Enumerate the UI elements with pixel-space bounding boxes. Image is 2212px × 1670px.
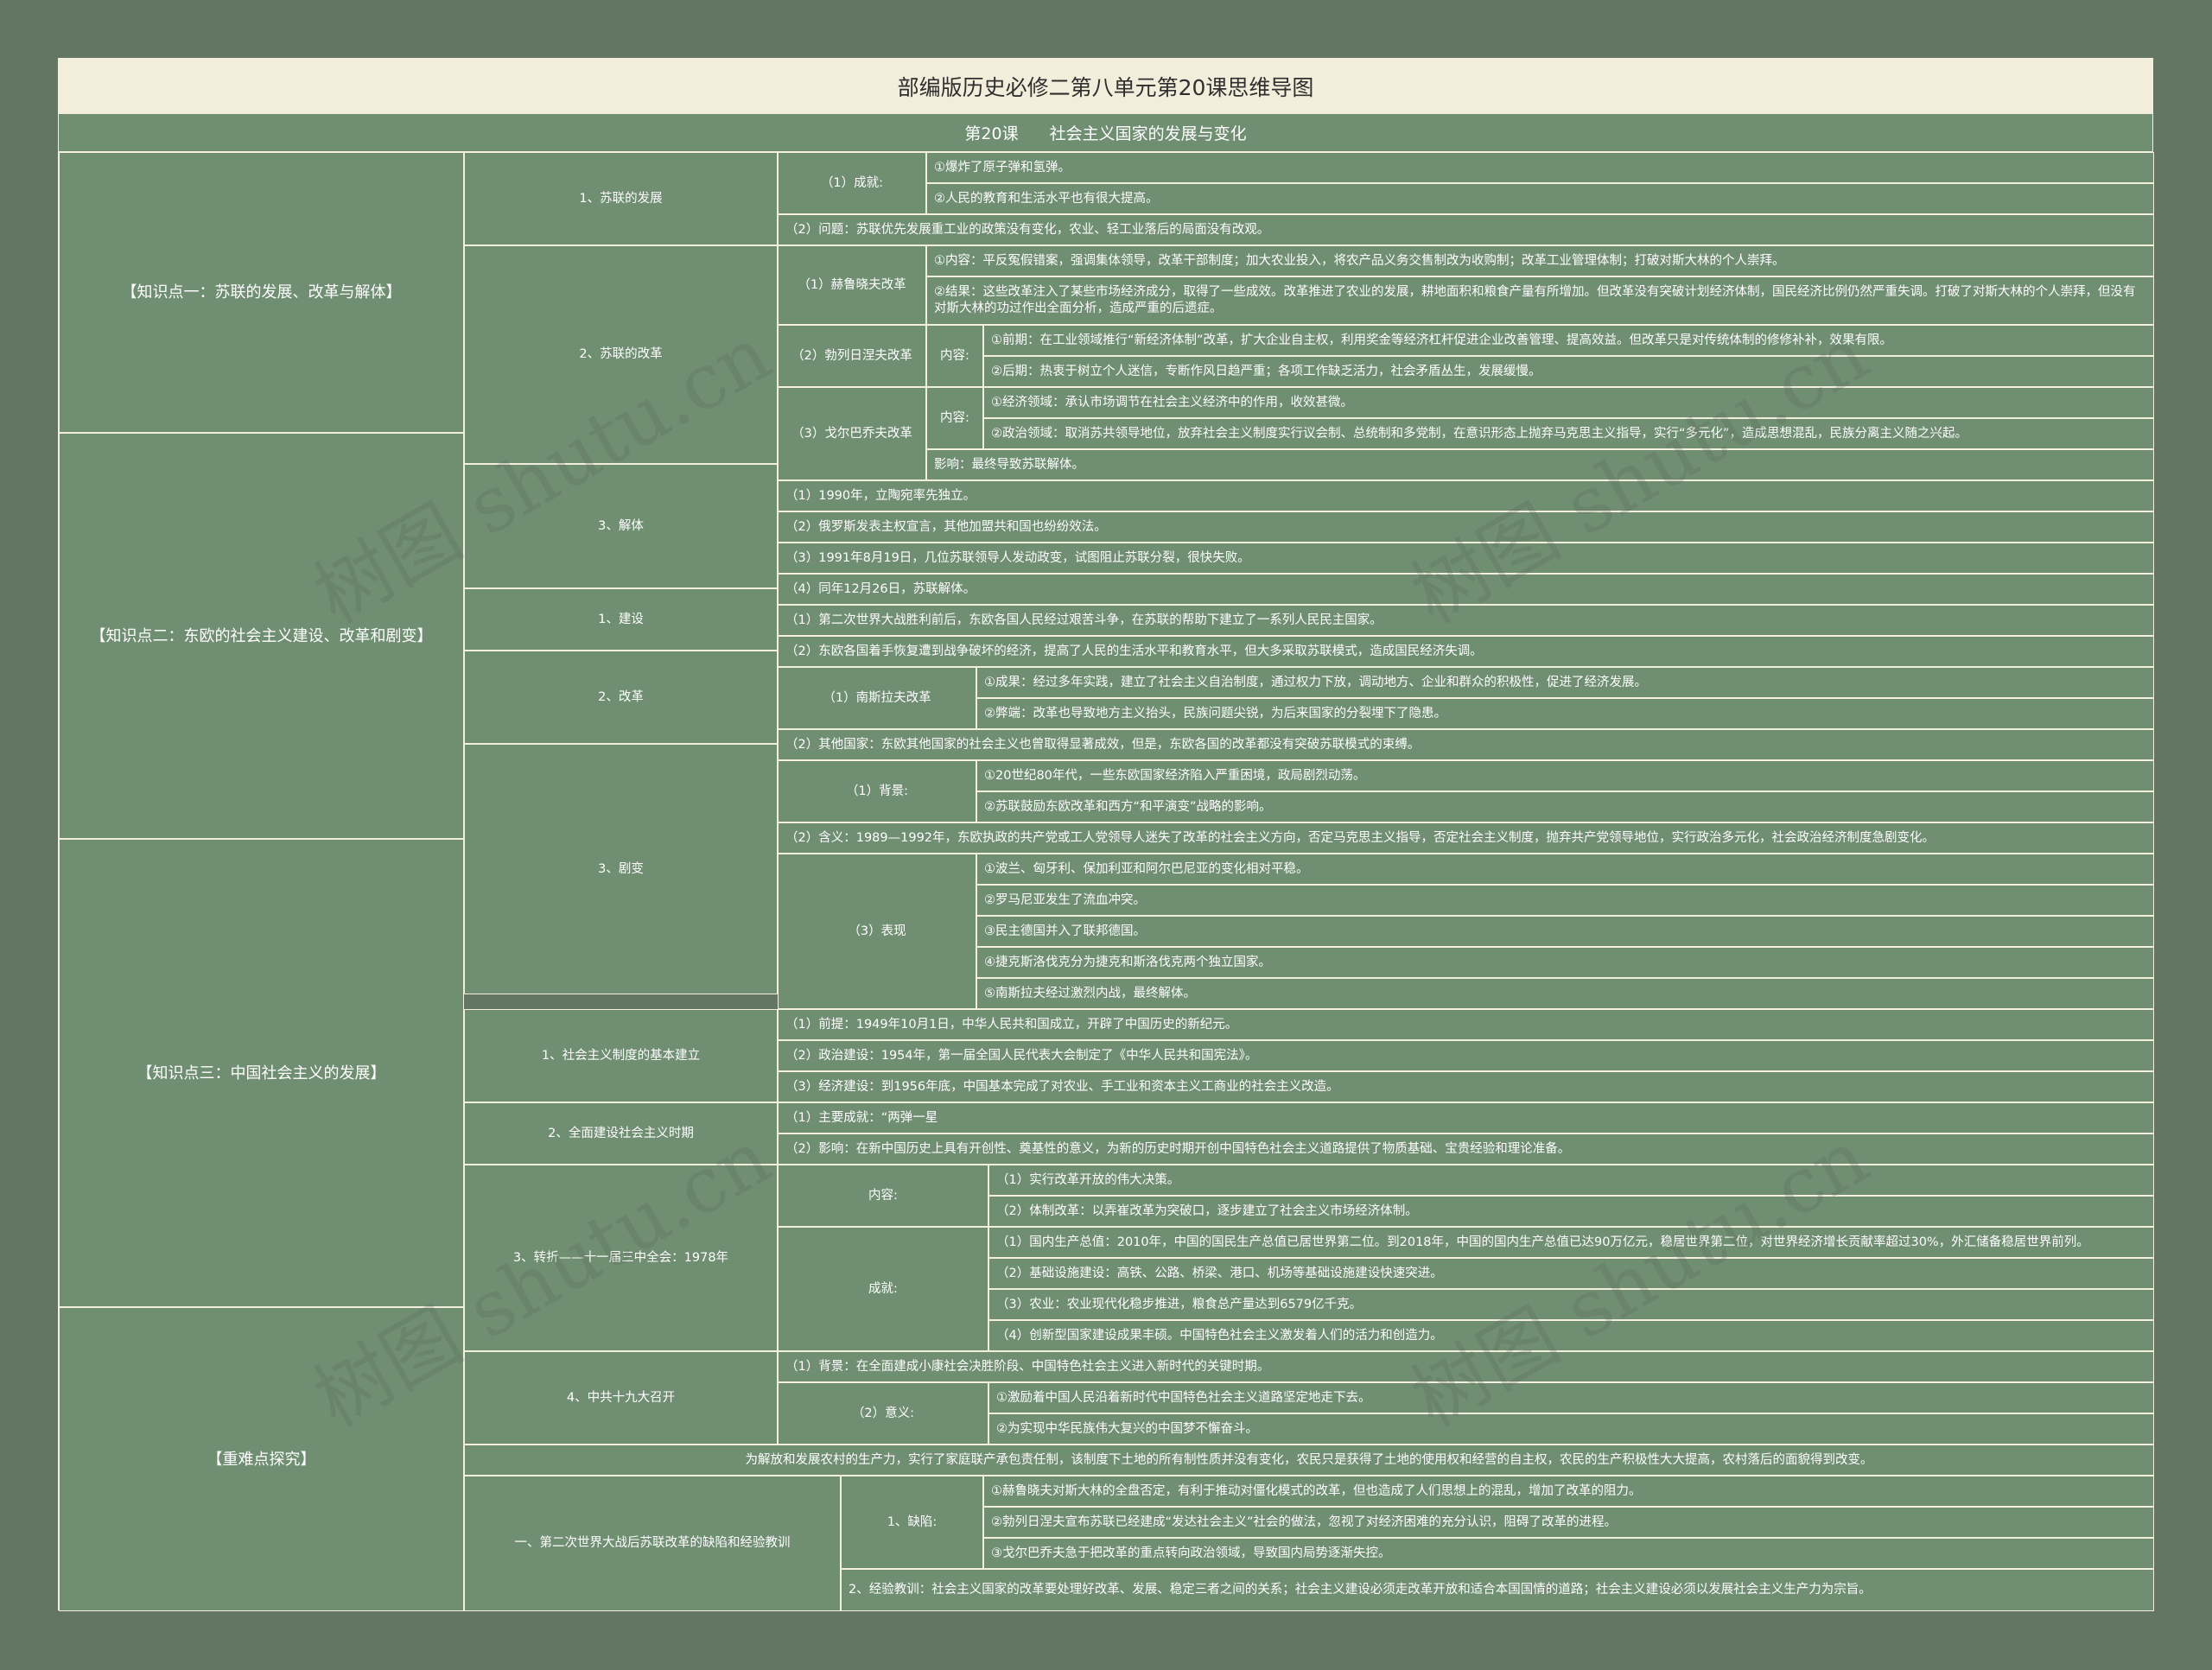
list-item: ②后期：热衷于树立个人迷信，专断作风日趋严重；各项工作缺乏活力，社会矛盾丛生，发… bbox=[983, 356, 2154, 387]
gorbachev-reform-label: （3）戈尔巴乔夫改革 bbox=[778, 387, 926, 480]
k2-change-label: 3、剧变 bbox=[464, 744, 778, 994]
list-item: ②罗马尼亚发生了流血冲突。 bbox=[976, 885, 2154, 916]
k3-significance-label: （2）意义: bbox=[778, 1382, 988, 1445]
list-item: （2）问题：苏联优先发展重工业的政策没有变化，农业、轻工业落后的局面没有改观。 bbox=[778, 214, 2154, 245]
list-item: 影响：最终导致苏联解体。 bbox=[926, 449, 2154, 480]
list-item: ④捷克斯洛伐克分为捷克和斯洛伐克两个独立国家。 bbox=[976, 947, 2154, 978]
list-item: ③民主德国并入了联邦德国。 bbox=[976, 916, 2154, 947]
k1-reform-label: 2、苏联的改革 bbox=[464, 245, 778, 464]
list-item: ①激励着中国人民沿着新时代中国特色社会主义道路坚定地走下去。 bbox=[988, 1382, 2154, 1413]
list-item: （2）影响：在新中国历史上具有开创性、奠基性的意义，为新的历史时期开创中国特色社… bbox=[778, 1133, 2154, 1165]
list-item: （1）实行改革开放的伟大决策。 bbox=[988, 1165, 2154, 1196]
k3-content-label: 内容: bbox=[778, 1165, 988, 1227]
list-item: （2）基础设施建设：高铁、公路、桥梁、港口、机场等基础设施建设快速突进。 bbox=[988, 1258, 2154, 1289]
mindmap-frame: 部编版历史必修二第八单元第20课思维导图 第20课 社会主义国家的发展与变化 【… bbox=[58, 58, 2154, 1611]
lesson-name: 社会主义国家的发展与变化 bbox=[1049, 124, 1247, 143]
k1-achievement-label: （1）成就: bbox=[778, 152, 926, 214]
list-item: ②苏联鼓励东欧改革和西方“和平演变”战略的影响。 bbox=[976, 791, 2154, 822]
section-3-label: 【知识点三：中国社会主义的发展】 bbox=[59, 839, 464, 1307]
k3-congress-label: 4、中共十九大召开 bbox=[464, 1351, 778, 1445]
list-item: ②政治领域：取消苏共领导地位，放弃社会主义制度实行议会制、总统制和多党制，在意识… bbox=[983, 418, 2154, 449]
k1-dissolution-label: 3、解体 bbox=[464, 464, 778, 588]
k1-development-label: 1、苏联的发展 bbox=[464, 152, 778, 245]
list-item: （1）1990年，立陶宛率先独立。 bbox=[778, 480, 2154, 511]
k3-rural-note: 为解放和发展农村的生产力，实行了家庭联产承包责任制，该制度下土地的所有制性质并没… bbox=[464, 1445, 2154, 1476]
mindmap-grid: 【知识点一：苏联的发展、改革与解体】 1、苏联的发展 （1）成就: ①爆炸了原子… bbox=[59, 152, 2154, 1611]
list-item: ②弊端：改革也导致地方主义抬头，民族问题尖锐，为后来国家的分裂埋下了隐患。 bbox=[976, 698, 2154, 729]
list-item: （2）其他国家：东欧其他国家的社会主义也曾取得显著成效，但是，东欧各国的改革都没… bbox=[778, 729, 2154, 760]
list-item: ①波兰、匈牙利、保加利亚和阿尔巴尼亚的变化相对平稳。 bbox=[976, 854, 2154, 885]
list-item: ①成果：经过多年实践，建立了社会主义自治制度，通过权力下放，调动地方、企业和群众… bbox=[976, 667, 2154, 698]
list-item: ②人民的教育和生活水平也有很大提高。 bbox=[926, 183, 2154, 214]
list-item: （1）前提：1949年10月1日，中华人民共和国成立，开辟了中国历史的新纪元。 bbox=[778, 1009, 2154, 1040]
k3-achievement-label: 成就: bbox=[778, 1227, 988, 1351]
k3-full-build-label: 2、全面建设社会主义时期 bbox=[464, 1102, 778, 1165]
key-defect-label: 1、缺陷: bbox=[841, 1476, 983, 1569]
list-item: ①经济领域：承认市场调节在社会主义经济中的作用，收效甚微。 bbox=[983, 387, 2154, 418]
list-item: （1）第二次世界大战胜利前后，东欧各国人民经过艰苦斗争，在苏联的帮助下建立了一系… bbox=[778, 605, 2154, 636]
list-item: （3）1991年8月19日，几位苏联领导人发动政变，试图阻止苏联分裂，很快失败。 bbox=[778, 543, 2154, 574]
k3-turning-point-label: 3、转折——十一届三中全会：1978年 bbox=[464, 1165, 778, 1351]
list-item: ②结果：这些改革注入了某些市场经济成分，取得了一些成效。改革推进了农业的发展，耕… bbox=[926, 276, 2154, 325]
gorbachev-content-label: 内容: bbox=[926, 387, 983, 449]
list-item: （3）农业：农业现代化稳步推进，粮食总产量达到6579亿千克。 bbox=[988, 1289, 2154, 1320]
list-item: （3）经济建设：到1956年底，中国基本完成了对农业、手工业和资本主义工商业的社… bbox=[778, 1071, 2154, 1102]
list-item: ①内容：平反冤假错案，强调集体领导，改革干部制度；加大农业投入，将农产品义务交售… bbox=[926, 245, 2154, 276]
lesson-number: 第20课 bbox=[964, 124, 1019, 143]
list-item: （2）政治建设：1954年，第一届全国人民代表大会制定了《中华人民共和国宪法》。 bbox=[778, 1040, 2154, 1071]
list-item: （1）国内生产总值：2010年，中国的国民生产总值已居世界第二位。到2018年，… bbox=[988, 1227, 2154, 1258]
list-item: ①20世纪80年代，一些东欧国家经济陷入严重困境，政局剧烈动荡。 bbox=[976, 760, 2154, 791]
list-item: （2）体制改革：以弄崔改革为突破口，逐步建立了社会主义市场经济体制。 bbox=[988, 1196, 2154, 1227]
list-item: ③戈尔巴乔夫急于把改革的重点转向政治领域，导致国内局势逐渐失控。 bbox=[983, 1538, 2154, 1569]
section-1-label: 【知识点一：苏联的发展、改革与解体】 bbox=[59, 152, 464, 433]
brezhnev-content-label: 内容: bbox=[926, 325, 983, 387]
list-item: （4）创新型国家建设成果丰硕。中国特色社会主义激发着人们的活力和创造力。 bbox=[988, 1320, 2154, 1351]
list-item: ②为实现中华民族伟大复兴的中国梦不懈奋斗。 bbox=[988, 1413, 2154, 1445]
list-item: （2）东欧各国着手恢复遭到战争破坏的经济，提高了人民的生活水平和教育水平，但大多… bbox=[778, 636, 2154, 667]
section-key-label: 【重难点探究】 bbox=[59, 1307, 464, 1611]
section-2-label: 【知识点二：东欧的社会主义建设、改革和剧变】 bbox=[59, 433, 464, 839]
k2-manifestation-label: （3）表现 bbox=[778, 854, 976, 1009]
k2-background-label: （1）背景: bbox=[778, 760, 976, 822]
list-item: ①前期：在工业领域推行“新经济体制”改革，扩大企业自主权，利用奖金等经济杠杆促进… bbox=[983, 325, 2154, 356]
list-item: （4）同年12月26日，苏联解体。 bbox=[778, 574, 2154, 605]
k3-establish-label: 1、社会主义制度的基本建立 bbox=[464, 1009, 778, 1102]
yugoslavia-reform-label: （1）南斯拉夫改革 bbox=[778, 667, 976, 729]
list-item: ②勃列日涅夫宣布苏联已经建成“发达社会主义”社会的做法，忽视了对经济困难的充分认… bbox=[983, 1507, 2154, 1538]
list-item: （2）含义：1989—1992年，东欧执政的共产党或工人党领导人迷失了改革的社会… bbox=[778, 822, 2154, 854]
list-item: ①赫鲁晓夫对斯大林的全盘否定，有利于推动对僵化模式的改革，但也造成了人们思想上的… bbox=[983, 1476, 2154, 1507]
list-item: （1）主要成就：“两弹一星 bbox=[778, 1102, 2154, 1133]
list-item: （1）背景：在全面建成小康社会决胜阶段、中国特色社会主义进入新时代的关键时期。 bbox=[778, 1351, 2154, 1382]
k2-build-label: 1、建设 bbox=[464, 588, 778, 651]
brezhnev-reform-label: （2）勃列日涅夫改革 bbox=[778, 325, 926, 387]
list-item: 2、经验教训：社会主义国家的改革要处理好改革、发展、稳定三者之间的关系；社会主义… bbox=[841, 1569, 2154, 1611]
k2-reform-label: 2、改革 bbox=[464, 651, 778, 744]
list-item: （2）俄罗斯发表主权宣言，其他加盟共和国也纷纷效法。 bbox=[778, 511, 2154, 543]
list-item: ①爆炸了原子弹和氢弹。 bbox=[926, 152, 2154, 183]
page-title: 部编版历史必修二第八单元第20课思维导图 bbox=[59, 59, 2152, 113]
lesson-header: 第20课 社会主义国家的发展与变化 bbox=[59, 113, 2152, 152]
khrushchev-reform-label: （1）赫鲁晓夫改革 bbox=[778, 245, 926, 325]
key-topic-label: 一、第二次世界大战后苏联改革的缺陷和经验教训 bbox=[464, 1476, 841, 1611]
list-item: ⑤南斯拉夫经过激烈内战，最终解体。 bbox=[976, 978, 2154, 1009]
